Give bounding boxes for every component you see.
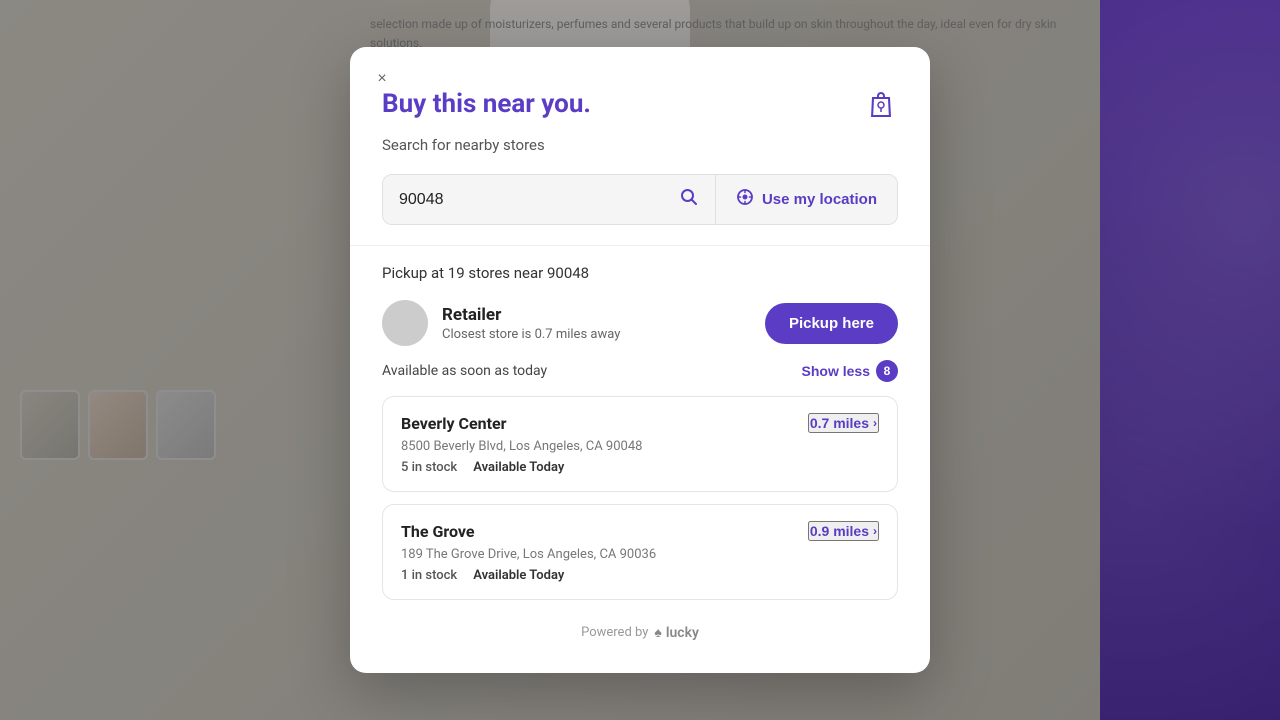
modal-header: Buy this near you.: [382, 89, 898, 130]
pickup-summary: Pickup at 19 stores near 90048: [382, 264, 898, 282]
store-card-header-1: The Grove 0.9 miles ›: [401, 521, 879, 541]
store-name-0: Beverly Center: [401, 414, 507, 433]
store-miles-button-0[interactable]: 0.7 miles ›: [808, 413, 879, 433]
powered-by-text: Powered by: [581, 625, 648, 640]
modal-backdrop: × Buy this near you. Search for nearby s…: [0, 0, 1280, 720]
modal-title: Buy this near you.: [382, 89, 591, 119]
store-name-1: The Grove: [401, 522, 475, 541]
show-less-button[interactable]: Show less 8: [802, 360, 898, 382]
stock-count-1: 1 in stock: [401, 568, 457, 583]
store-address-1: 189 The Grove Drive, Los Angeles, CA 900…: [401, 547, 879, 562]
retailer-name: Retailer: [442, 305, 620, 325]
availability-row: Available as soon as today Show less 8: [382, 360, 898, 382]
availability-text: Available as soon as today: [382, 363, 547, 379]
store-miles-button-1[interactable]: 0.9 miles ›: [808, 521, 879, 541]
modal: × Buy this near you. Search for nearby s…: [350, 47, 930, 673]
show-less-label: Show less: [802, 363, 870, 379]
bag-icon: [864, 89, 898, 130]
lucky-icon: ♠: [654, 624, 661, 641]
store-stock-row-1: 1 in stock Available Today: [401, 568, 879, 583]
retailer-info: Retailer Closest store is 0.7 miles away: [382, 300, 620, 346]
retailer-row: Retailer Closest store is 0.7 miles away…: [382, 300, 898, 346]
retailer-avatar: [382, 300, 428, 346]
store-stock-row-0: 5 in stock Available Today: [401, 460, 879, 475]
retailer-distance: Closest store is 0.7 miles away: [442, 327, 620, 342]
search-row: Use my location: [382, 174, 898, 225]
search-button[interactable]: [679, 187, 699, 212]
location-icon: [736, 188, 754, 211]
store-card-0: Beverly Center 0.7 miles › 8500 Beverly …: [382, 396, 898, 492]
lucky-label: lucky: [666, 625, 699, 641]
search-input[interactable]: [399, 191, 671, 209]
lucky-logo: ♠ lucky: [654, 624, 699, 641]
powered-by: Powered by ♠ lucky: [382, 612, 898, 641]
use-location-button[interactable]: Use my location: [716, 175, 897, 224]
search-input-wrap: [383, 175, 716, 224]
count-badge: 8: [876, 360, 898, 382]
close-button[interactable]: ×: [370, 67, 394, 91]
store-card-1: The Grove 0.9 miles › 189 The Grove Driv…: [382, 504, 898, 600]
use-location-label: Use my location: [762, 191, 877, 208]
store-miles-1: 0.9 miles: [810, 523, 869, 539]
store-address-0: 8500 Beverly Blvd, Los Angeles, CA 90048: [401, 439, 879, 454]
pickup-here-button[interactable]: Pickup here: [765, 303, 898, 344]
chevron-right-icon-0: ›: [873, 416, 877, 430]
available-today-0: Available Today: [473, 460, 564, 475]
retailer-details: Retailer Closest store is 0.7 miles away: [442, 305, 620, 342]
store-miles-0: 0.7 miles: [810, 415, 869, 431]
chevron-right-icon-1: ›: [873, 524, 877, 538]
store-card-header-0: Beverly Center 0.7 miles ›: [401, 413, 879, 433]
stock-count-0: 5 in stock: [401, 460, 457, 475]
modal-subtitle: Search for nearby stores: [382, 136, 898, 154]
divider-1: [350, 245, 930, 246]
available-today-1: Available Today: [473, 568, 564, 583]
